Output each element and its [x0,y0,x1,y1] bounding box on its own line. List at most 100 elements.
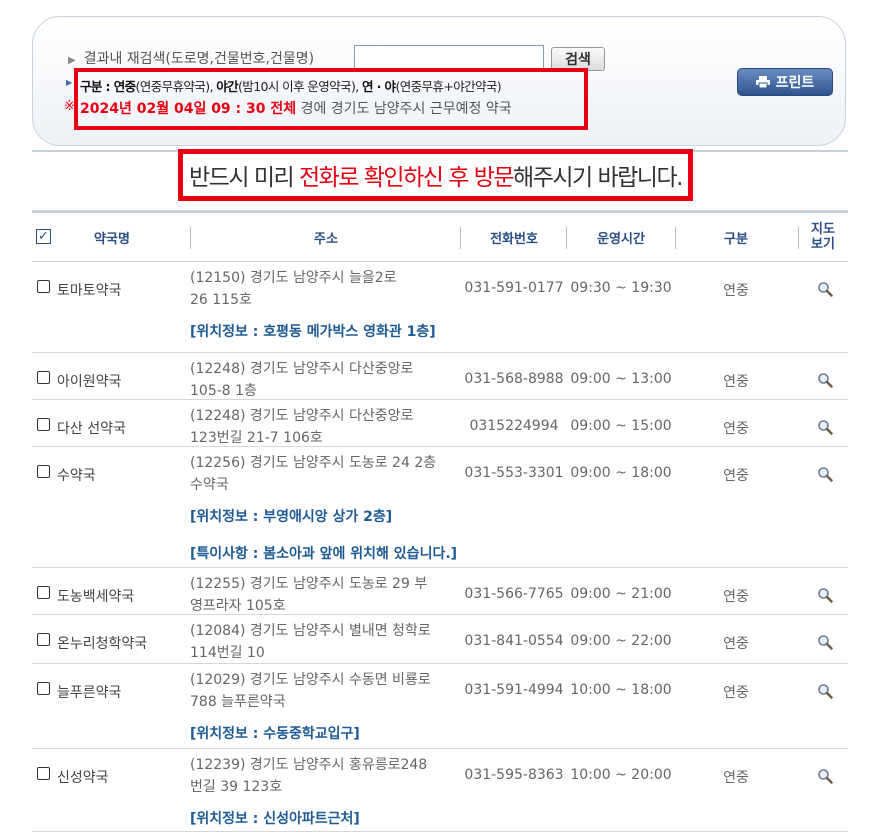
date-rest: 경에 경기도 남양주시 근무예정 약국 [296,101,512,117]
address-line1: (12150) 경기도 남양주시 늘을2로 [190,270,397,286]
map-search-icon[interactable] [817,372,833,388]
table-row: 늘푸른약국 (12029) 경기도 남양주시 수동면 비룡로 788 늘푸른약국 03… [32,664,848,749]
address-line2: 105-8 1층 [190,383,257,399]
location-info: [위치정보 : 호평동 메가박스 영화관 1층] [190,324,436,340]
address-line2: 26 115호 [190,292,252,308]
location-info: [위치정보 : 부영애시앙 상가 2층] [190,509,393,525]
map-search-icon[interactable] [817,634,833,650]
pharmacy-address: (12255) 경기도 남양주시 도농로 29 부영프라자 105호 [190,573,462,617]
address-line1: (12248) 경기도 남양주시 다산중앙로 [190,408,414,424]
address-line2: 수약국 [190,477,229,493]
pharmacy-type: 연중 [723,421,749,437]
address-line1: (12255) 경기도 남양주시 도농로 29 부 [190,576,428,592]
address-line2: 번길 39 123호 [190,779,283,795]
pharmacy-address: (12248) 경기도 남양주시 다산중앙로 105-8 1층 [190,358,462,402]
call-first-notice: 반드시 미리 전화로 확인하신 후 방문해주시기 바랍니다. [178,158,693,192]
pharmacy-address: (12029) 경기도 남양주시 수동면 비룡로 788 늘푸른약국 [190,669,462,713]
legend-bullet-icon: ▶ [66,78,73,87]
pharmacy-type: 연중 [723,374,749,390]
header-map-line2: 보기 [811,237,835,252]
legend-item-yeonjung-desc: (연중무휴약국), [135,79,217,94]
pharmacy-name[interactable]: 신성약국 [57,767,109,787]
row-checkbox[interactable] [37,418,50,431]
address-line1: (12239) 경기도 남양주시 홍유릉로248 [190,757,428,773]
table-row: 도농백세약국 (12255) 경기도 남양주시 도농로 29 부영프라자 105호… [32,568,848,615]
pharmacy-address: (12256) 경기도 남양주시 도농로 24 2층 수약국 [190,452,462,496]
notice-part2: 해주시기 바랍니다. [513,165,683,191]
legend-item-yeonya: 연 · 야 [362,79,396,94]
pharmacy-phone: 031-566-7765 [464,586,564,602]
address-line2: 영프라자 105호 [190,598,286,614]
header-hours: 운영시간 [597,231,645,247]
table-row: 토마토약국 (12150) 경기도 남양주시 늘을2로 26 115호 031-591… [32,262,848,353]
pharmacy-phone: 031-591-4994 [464,682,564,698]
legend-title: 구분 : [80,79,114,94]
table-row: 아이원약국 (12248) 경기도 남양주시 다산중앙로 105-8 1층 031-5… [32,353,848,400]
pharmacy-type: 연중 [723,685,749,701]
legend-item-yeonjung: 연중 [113,79,136,94]
pharmacy-hours: 09:00 ~ 18:00 [570,465,672,481]
pharmacy-name[interactable]: 도농백세약국 [57,586,134,606]
header-phone: 전화번호 [490,231,538,247]
table-body: 토마토약국 (12150) 경기도 남양주시 늘을2로 26 115호 031-591… [32,262,848,832]
pharmacy-hours: 10:00 ~ 20:00 [570,767,672,783]
location-info: [위치정보 : 신성아파트근처] [190,811,360,827]
row-checkbox[interactable] [37,586,50,599]
pharmacy-phone: 031-553-3301 [464,465,564,481]
address-line1: (12084) 경기도 남양주시 별내면 청학로 [190,623,431,639]
row-checkbox[interactable] [37,682,50,695]
special-note: [특이사항 : 봄소아과 앞에 위치해 있습니다.] [190,546,458,562]
pharmacy-phone: 031-841-0554 [464,633,564,649]
header-type: 구분 [724,231,748,247]
table-row: 수약국 (12256) 경기도 남양주시 도농로 24 2층 수약국 031-553-… [32,447,848,568]
row-checkbox[interactable] [37,280,50,293]
pharmacy-name[interactable]: 다산 선약국 [57,418,126,438]
address-line2: 788 늘푸른약국 [190,694,286,710]
pharmacy-hours: 09:00 ~ 21:00 [570,586,672,602]
pharmacy-address: (12084) 경기도 남양주시 별내면 청학로 114번길 10 [190,620,462,664]
row-checkbox[interactable] [37,465,50,478]
map-search-icon[interactable] [817,281,833,297]
address-line1: (12248) 경기도 남양주시 다산중앙로 [190,361,414,377]
legend-item-yeonya-desc: (연중무휴+야간약국) [395,79,502,94]
table-row: 온누리청학약국 (12084) 경기도 남양주시 별내면 청학로 114번길 10 0… [32,615,848,664]
table-row: 신성약국 (12239) 경기도 남양주시 홍유릉로248 번길 39 123호 03… [32,749,848,832]
reference-mark: ※ [64,99,75,114]
search-input[interactable] [354,45,544,69]
pharmacy-type: 연중 [723,589,749,605]
pharmacy-address: (12150) 경기도 남양주시 늘을2로 26 115호 [190,267,462,311]
map-search-icon[interactable] [817,683,833,699]
print-button[interactable]: 프린트 [737,68,833,96]
location-info: [위치정보 : 수동중학교입구] [190,726,360,742]
pharmacy-table: ✓ 약국명 주소 전화번호 운영시간 구분 지도 보기 토마토약국 (12150)… [32,210,848,832]
pharmacy-name[interactable]: 늘푸른약국 [57,682,121,702]
row-checkbox[interactable] [37,767,50,780]
pharmacy-type: 연중 [723,283,749,299]
header-separator [566,227,567,249]
row-checkbox[interactable] [37,371,50,384]
pharmacy-name[interactable]: 수약국 [57,465,96,485]
address-line2: 114번길 10 [190,645,265,661]
pharmacy-name[interactable]: 온누리청학약국 [57,633,147,653]
map-search-icon[interactable] [817,587,833,603]
pharmacy-address: (12239) 경기도 남양주시 홍유릉로248 번길 39 123호 [190,754,462,798]
table-header: ✓ 약국명 주소 전화번호 운영시간 구분 지도 보기 [32,210,848,262]
pharmacy-name[interactable]: 토마토약국 [57,280,121,300]
pharmacy-hours: 09:30 ~ 19:30 [570,280,672,296]
date-highlight: 2024년 02월 04일 09 : 30 전체 [80,101,297,117]
header-map-line1: 지도 [811,222,835,237]
address-line2: 123번길 21-7 106호 [190,430,323,446]
map-search-icon[interactable] [817,466,833,482]
row-checkbox[interactable] [37,633,50,646]
map-search-icon[interactable] [817,768,833,784]
pharmacy-type: 연중 [723,770,749,786]
pharmacy-name[interactable]: 아이원약국 [57,371,121,391]
map-search-icon[interactable] [817,419,833,435]
pharmacy-address: (12248) 경기도 남양주시 다산중앙로 123번길 21-7 106호 [190,405,462,449]
pharmacy-phone: 0315224994 [469,418,559,434]
legend-item-yagan-desc: (밤10시 이후 운영약국), [238,79,362,94]
select-all-checkbox[interactable]: ✓ [36,229,51,244]
pharmacy-phone: 031-591-0177 [464,280,564,296]
notice-part1: 반드시 미리 [189,165,299,191]
pharmacy-type: 연중 [723,468,749,484]
